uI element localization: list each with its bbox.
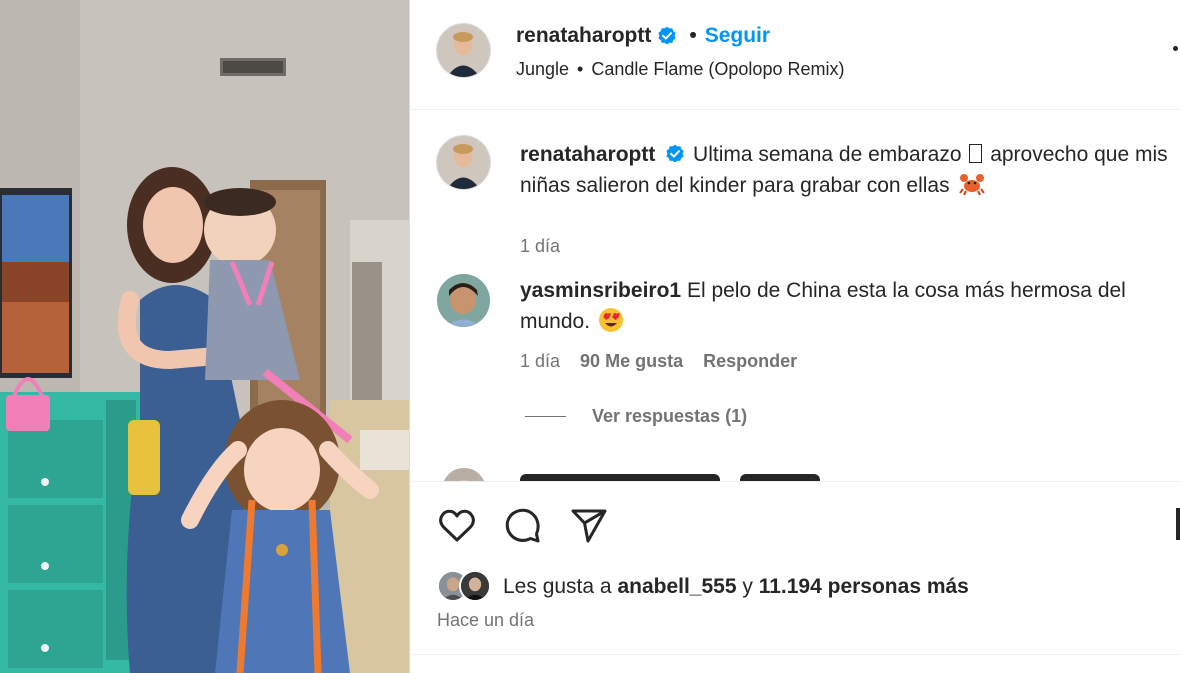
crab-emoji-icon	[959, 174, 986, 196]
next-commenter-avatar[interactable]	[442, 468, 486, 481]
header-title-row: renataharoptt • Seguir	[516, 22, 770, 50]
commenter-avatar-image	[437, 274, 490, 327]
commenter-avatar[interactable]	[437, 274, 490, 327]
comment-time[interactable]: 1 día	[520, 349, 560, 373]
comment-username[interactable]: yasminsribeiro1	[520, 279, 681, 302]
next-comment-text-cropped	[520, 474, 720, 481]
caption-meta: 1 día	[520, 234, 560, 258]
comments-list[interactable]: renataharoptt Ultima semana de embarazo …	[410, 110, 1180, 481]
missing-emoji-glyph-icon	[969, 144, 983, 163]
post-photo	[0, 0, 409, 673]
add-comment-divider	[410, 654, 1180, 655]
next-comment-text-cropped	[740, 474, 820, 481]
music-separator: •	[577, 59, 584, 79]
comment-text: yasminsribeiro1 El pelo de China esta la…	[520, 275, 1172, 337]
post-actions-section: Les gusta a anabell_555 y 11.194 persona…	[410, 481, 1180, 673]
next-commenter-avatar-image	[442, 468, 486, 481]
caption-text: renataharoptt Ultima semana de embarazo …	[520, 139, 1172, 201]
music-track[interactable]: Candle Flame (Opolopo Remix)	[591, 57, 844, 81]
caption-time[interactable]: 1 día	[520, 234, 560, 258]
post-timestamp[interactable]: Hace un día	[437, 610, 534, 631]
music-info[interactable]: Jungle • Candle Flame (Opolopo Remix)	[516, 57, 844, 81]
follow-button[interactable]: Seguir	[705, 22, 770, 50]
verified-badge-icon	[658, 26, 676, 45]
heart-icon[interactable]	[437, 506, 477, 546]
more-options-icon[interactable]	[1173, 46, 1178, 51]
view-replies-button[interactable]: Ver respuestas (1)	[525, 406, 747, 427]
caption-avatar-image	[437, 136, 490, 189]
paper-plane-icon[interactable]	[569, 506, 609, 546]
likes-others-count[interactable]: 11.194 personas más	[759, 573, 969, 601]
caption-body-part1: Ultima semana de embarazo	[693, 143, 962, 166]
likes-prefix: Les gusta a	[503, 575, 612, 598]
author-username[interactable]: renataharoptt	[516, 22, 651, 50]
liker-avatar	[459, 570, 491, 602]
heart-eyes-emoji-icon	[598, 308, 623, 332]
liker-avatars	[437, 570, 495, 604]
verified-badge-icon	[666, 144, 684, 163]
comment-likes[interactable]: 90 Me gusta	[580, 349, 683, 373]
liker-username[interactable]: anabell_555	[617, 573, 736, 601]
post-detail-panel: renataharoptt • Seguir Jungle • Candle F…	[410, 0, 1180, 673]
header-separator: •	[689, 24, 697, 47]
likes-summary[interactable]: Les gusta a anabell_555 y 11.194 persona…	[437, 570, 969, 604]
action-icons	[437, 506, 635, 546]
author-avatar[interactable]	[437, 24, 490, 77]
reply-button[interactable]: Responder	[703, 349, 797, 373]
replies-line	[525, 416, 566, 417]
likes-conjunction: y	[742, 575, 753, 598]
post-media[interactable]	[0, 0, 409, 673]
view-replies-label: Ver respuestas (1)	[592, 406, 748, 426]
caption-author-avatar[interactable]	[437, 136, 490, 189]
caption-username[interactable]: renataharoptt	[520, 143, 655, 166]
next-comment-partial	[410, 466, 1180, 481]
author-avatar-image	[437, 24, 490, 77]
post-header: renataharoptt • Seguir Jungle • Candle F…	[410, 0, 1180, 110]
comment-meta: 1 día 90 Me gusta Responder	[520, 349, 797, 373]
comment-bubble-icon[interactable]	[503, 506, 543, 546]
liker-avatar-image	[461, 572, 489, 600]
bookmark-icon[interactable]	[1176, 508, 1180, 540]
music-artist[interactable]: Jungle	[516, 57, 569, 81]
